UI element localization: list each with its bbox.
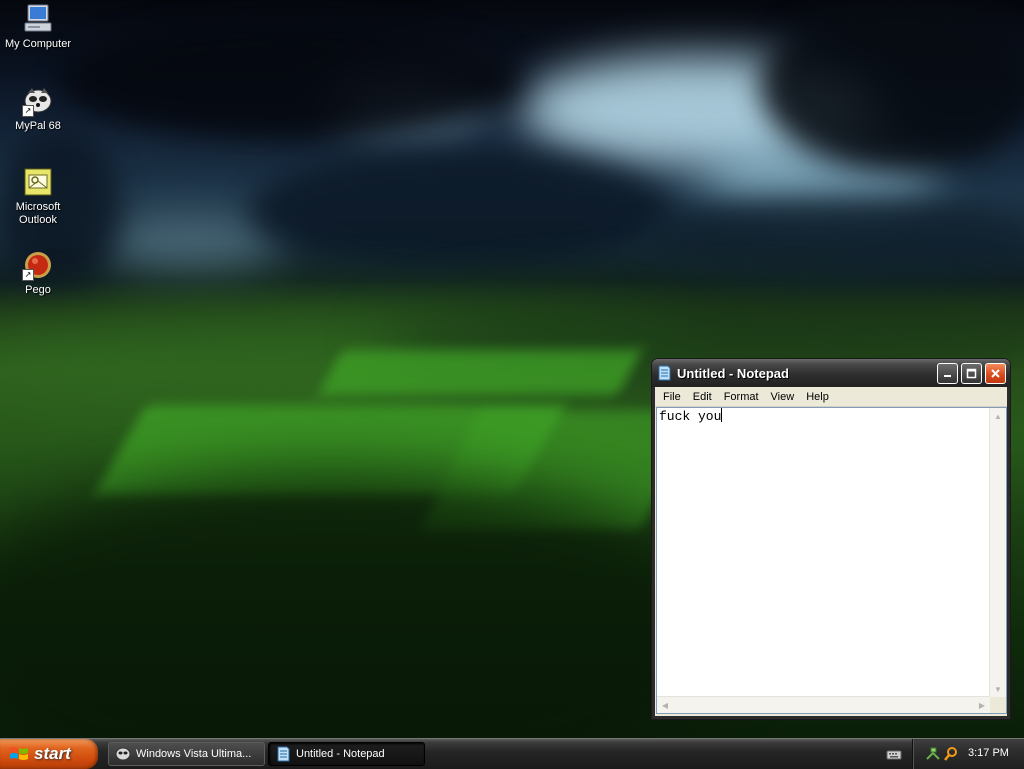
shortcut-arrow-icon: ↗ [22, 269, 34, 281]
text-caret [721, 408, 723, 422]
keyboard-icon[interactable] [886, 746, 902, 762]
taskbar: start Windows Vista Ultima... Untitled -… [0, 738, 1024, 769]
desktop-icon-label: Pego [25, 284, 51, 296]
menu-bar: File Edit Format View Help [655, 387, 1007, 407]
menu-view[interactable]: View [765, 391, 801, 403]
taskbar-button-label: Untitled - Notepad [296, 748, 385, 760]
desktop-icon-label: MyPal 68 [15, 120, 61, 132]
maximize-icon [966, 368, 977, 379]
menu-help[interactable]: Help [800, 391, 835, 403]
network-icon[interactable] [925, 746, 941, 762]
editor-text: fuck you [659, 409, 722, 424]
editor-content[interactable]: fuck you [659, 408, 723, 425]
desktop-icon-label: My Computer [4, 38, 72, 50]
close-icon [991, 369, 1000, 378]
desktop-icon-outlook[interactable]: Microsoft Outlook [0, 166, 76, 227]
system-tray: 3:17 PM [912, 739, 1024, 769]
notepad-titlebar[interactable]: Untitled - Notepad [652, 359, 1010, 387]
outlook-icon [22, 166, 54, 198]
start-label: start [34, 744, 71, 763]
pego-icon: ↗ [22, 249, 54, 281]
mypal-browser-icon: ↗ [22, 85, 54, 117]
windows-flag-icon [10, 747, 28, 760]
taskbar-button-label: Windows Vista Ultima... [136, 748, 252, 760]
desktop-icon-pego[interactable]: ↗ Pego [0, 249, 76, 297]
clock[interactable]: 3:17 PM [968, 747, 1009, 759]
notepad-app-icon [658, 365, 671, 381]
close-button[interactable] [985, 363, 1006, 384]
vertical-scrollbar[interactable]: ▲ ▼ [989, 408, 1006, 697]
minimize-button[interactable] [937, 363, 958, 384]
scroll-corner [990, 697, 1006, 713]
taskbar-button-notepad[interactable]: Untitled - Notepad [268, 742, 425, 766]
search-icon[interactable] [943, 746, 959, 762]
menu-format[interactable]: Format [718, 391, 765, 403]
desktop-icon-label: Microsoft Outlook [15, 201, 61, 226]
taskbar-button-vista[interactable]: Windows Vista Ultima... [108, 742, 265, 766]
desktop-icon-my-computer[interactable]: My Computer [0, 3, 76, 51]
maximize-button[interactable] [961, 363, 982, 384]
scroll-left-icon[interactable]: ◀ [657, 697, 673, 713]
shortcut-arrow-icon: ↗ [22, 105, 34, 117]
menu-edit[interactable]: Edit [687, 391, 718, 403]
scroll-right-icon[interactable]: ▶ [974, 697, 990, 713]
text-editor-area[interactable]: fuck you ▲ ▼ ◀ ▶ [656, 407, 1007, 714]
scroll-down-icon[interactable]: ▼ [990, 681, 1006, 697]
notepad-icon [277, 746, 290, 762]
desktop-icon-mypal[interactable]: ↗ MyPal 68 [0, 85, 76, 133]
menu-file[interactable]: File [657, 391, 687, 403]
minimize-icon [944, 375, 951, 377]
browser-icon [115, 747, 131, 761]
start-button[interactable]: start [0, 739, 98, 769]
horizontal-scrollbar[interactable]: ◀ ▶ [657, 696, 990, 713]
scroll-up-icon[interactable]: ▲ [990, 408, 1006, 424]
notepad-window[interactable]: Untitled - Notepad File Edit Format View… [651, 358, 1011, 720]
my-computer-icon [22, 3, 54, 35]
window-title: Untitled - Notepad [677, 365, 789, 381]
